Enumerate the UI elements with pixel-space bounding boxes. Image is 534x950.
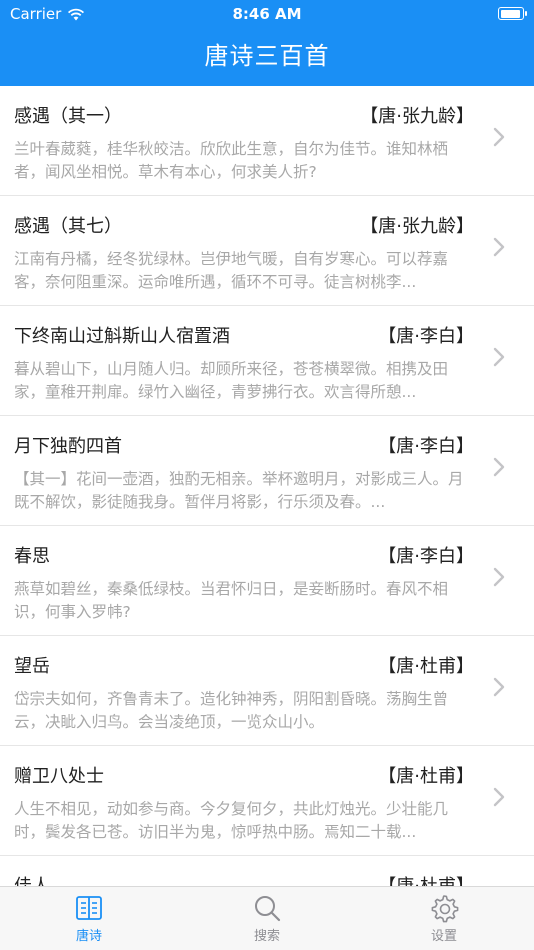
poem-excerpt: 【其一】花间一壶酒，独酌无相亲。举杯邀明月，对影成三人。月既不解饮，影徒随我身。… bbox=[14, 470, 464, 511]
chevron-right-icon bbox=[493, 567, 505, 587]
poem-author: 【唐·李白】 bbox=[378, 436, 474, 457]
nav-bar: Carrier 8:46 AM 唐诗三百首 bbox=[0, 0, 534, 86]
list-item[interactable]: 下终南山过斛斯山人宿置酒 【唐·李白】 暮从碧山下，山月随人归。却顾所来径，苍苍… bbox=[0, 306, 534, 416]
poem-excerpt: 兰叶春葳蕤，桂华秋皎洁。欣欣此生意，自尔为佳节。谁知林栖者，闻风坐相悦。草木有本… bbox=[14, 140, 449, 181]
poem-excerpt: 人生不相见，动如参与商。今夕复何夕，共此灯烛光。少壮能几时，鬓发各已苍。访旧半为… bbox=[14, 800, 449, 841]
poem-excerpt: 暮从碧山下，山月随人归。却顾所来径，苍苍横翠微。相携及田家，童稚开荆扉。绿竹入幽… bbox=[14, 360, 449, 401]
list-item[interactable]: 感遇（其七） 【唐·张九龄】 江南有丹橘，经冬犹绿林。岂伊地气暖，自有岁寒心。可… bbox=[0, 196, 534, 306]
chevron-right-icon bbox=[493, 787, 505, 807]
page-title: 唐诗三百首 bbox=[204, 42, 330, 70]
poem-excerpt: 岱宗夫如何，齐鲁青未了。造化钟神秀，阴阳割昏晓。荡胸生曾云，决眦入归鸟。会当凌绝… bbox=[14, 690, 449, 731]
list-item[interactable]: 佳人 【唐·杜甫】 bbox=[0, 856, 534, 886]
status-bar: Carrier 8:46 AM bbox=[0, 0, 534, 28]
poem-author: 【唐·杜甫】 bbox=[378, 766, 474, 787]
tab-label: 搜索 bbox=[253, 929, 280, 944]
search-icon bbox=[255, 896, 281, 922]
list-item[interactable]: 感遇（其一） 【唐·张九龄】 兰叶春葳蕤，桂华秋皎洁。欣欣此生意，自尔为佳节。谁… bbox=[0, 86, 534, 196]
poem-list[interactable]: 感遇（其一） 【唐·张九龄】 兰叶春葳蕤，桂华秋皎洁。欣欣此生意，自尔为佳节。谁… bbox=[0, 86, 534, 886]
list-item[interactable]: 赠卫八处士 【唐·杜甫】 人生不相见，动如参与商。今夕复何夕，共此灯烛光。少壮能… bbox=[0, 746, 534, 856]
poem-excerpt: 江南有丹橘，经冬犹绿林。岂伊地气暖，自有岁寒心。可以荐嘉客，奈何阻重深。运命唯所… bbox=[14, 250, 449, 291]
poem-author: 【唐·杜甫】 bbox=[378, 872, 474, 886]
tab-search[interactable]: 搜索 bbox=[217, 893, 317, 944]
book-icon bbox=[76, 896, 102, 920]
poem-title: 下终南山过斛斯山人宿置酒 bbox=[14, 326, 230, 347]
poem-title: 佳人 bbox=[14, 872, 50, 886]
tab-settings[interactable]: 设置 bbox=[394, 893, 494, 944]
status-time: 8:46 AM bbox=[232, 5, 302, 23]
chevron-right-icon bbox=[493, 127, 505, 147]
poem-title: 感遇（其一） bbox=[14, 106, 122, 127]
list-item[interactable]: 春思 【唐·李白】 燕草如碧丝，秦桑低绿枝。当君怀归日，是妾断肠时。春风不相识，… bbox=[0, 526, 534, 636]
poem-title: 望岳 bbox=[14, 656, 50, 677]
poem-author: 【唐·李白】 bbox=[378, 546, 474, 567]
poem-author: 【唐·杜甫】 bbox=[378, 656, 474, 677]
chevron-right-icon bbox=[493, 677, 505, 697]
tab-bar: 唐诗 搜索 设置 bbox=[0, 886, 534, 950]
poem-author: 【唐·李白】 bbox=[378, 326, 474, 347]
list-item[interactable]: 月下独酌四首 【唐·李白】 【其一】花间一壶酒，独酌无相亲。举杯邀明月，对影成三… bbox=[0, 416, 534, 526]
poem-title: 感遇（其七） bbox=[14, 216, 122, 237]
poem-title: 春思 bbox=[14, 546, 50, 567]
poem-author: 【唐·张九龄】 bbox=[360, 106, 474, 127]
chevron-right-icon bbox=[493, 347, 505, 367]
chevron-right-icon bbox=[493, 237, 505, 257]
tab-label: 唐诗 bbox=[75, 929, 102, 944]
poem-excerpt: 燕草如碧丝，秦桑低绿枝。当君怀归日，是妾断肠时。春风不相识，何事入罗帏? bbox=[14, 580, 449, 621]
tab-poems[interactable]: 唐诗 bbox=[39, 893, 139, 944]
poem-title: 月下独酌四首 bbox=[14, 436, 122, 457]
chevron-right-icon bbox=[493, 457, 505, 477]
tab-label: 设置 bbox=[430, 929, 457, 944]
poem-author: 【唐·张九龄】 bbox=[360, 216, 474, 237]
battery-icon bbox=[498, 7, 527, 20]
poem-title: 赠卫八处士 bbox=[14, 766, 104, 787]
gear-icon bbox=[431, 895, 459, 923]
list-item[interactable]: 望岳 【唐·杜甫】 岱宗夫如何，齐鲁青未了。造化钟神秀，阴阳割昏晓。荡胸生曾云，… bbox=[0, 636, 534, 746]
